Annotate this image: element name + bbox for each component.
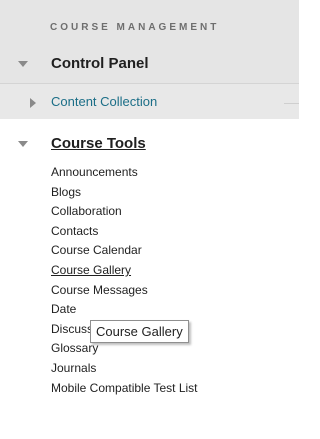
tool-item-mobile-compatible-test-list[interactable]: Mobile Compatible Test List — [51, 379, 198, 399]
tool-item-course-messages[interactable]: Course Messages — [51, 281, 198, 301]
content-collection-link[interactable]: Content Collection — [51, 94, 157, 109]
tool-item-announcements[interactable]: Announcements — [51, 163, 198, 183]
tool-item-blogs[interactable]: Blogs — [51, 183, 198, 203]
course-tools-list: Announcements Blogs Collaboration Contac… — [51, 163, 198, 398]
tool-item-collaboration[interactable]: Collaboration — [51, 202, 198, 222]
triangle-right-icon[interactable] — [30, 98, 36, 108]
course-tools-title[interactable]: Course Tools — [51, 135, 146, 152]
course-gallery-tooltip: Course Gallery — [90, 320, 189, 343]
tool-item-course-gallery[interactable]: Course Gallery — [51, 261, 198, 281]
triangle-down-icon[interactable] — [18, 61, 28, 67]
tool-item-journals[interactable]: Journals — [51, 359, 198, 379]
control-panel-title[interactable]: Control Panel — [51, 55, 149, 72]
tool-item-date[interactable]: Date — [51, 300, 198, 320]
triangle-down-icon[interactable] — [18, 141, 28, 147]
course-management-heading: COURSE MANAGEMENT — [50, 22, 220, 33]
divider-line — [284, 103, 299, 104]
tool-item-contacts[interactable]: Contacts — [51, 222, 198, 242]
tool-item-course-calendar[interactable]: Course Calendar — [51, 241, 198, 261]
